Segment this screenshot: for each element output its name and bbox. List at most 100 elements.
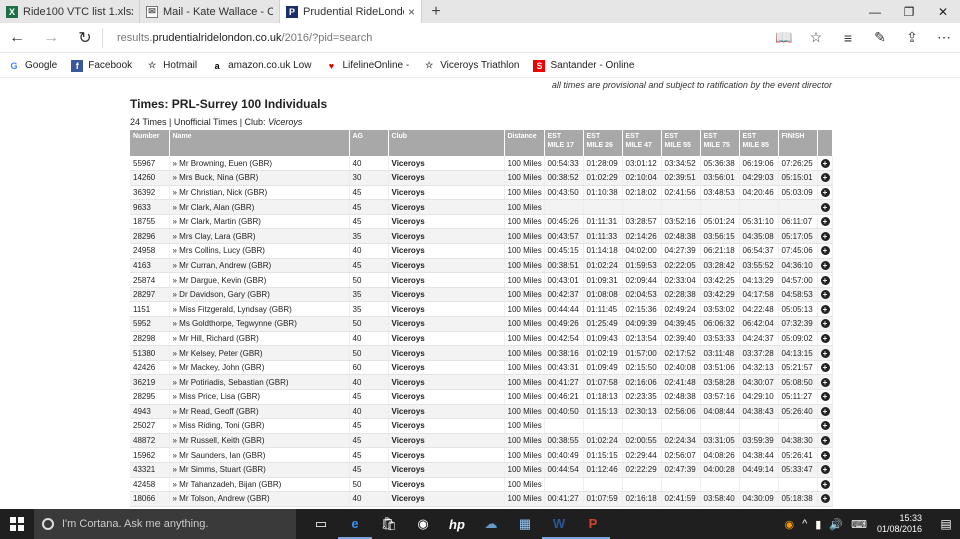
table-row: 55967» Mr Browning, Euen (GBR) 40 Viceroys… [130,156,833,172]
cell-name-link[interactable]: » Dr Davidson, Gary (GBR) [169,287,350,303]
cortana-search-box[interactable]: I'm Cortana. Ask me anything. [34,509,296,539]
cell-name-link[interactable]: » Mr Read, Geoff (GBR) [169,404,350,420]
cell-name-link[interactable]: » Mrs Collins, Lucy (GBR) [169,243,350,259]
cell-est-mile-55: 02:48:38 [661,389,701,405]
expand-row-button[interactable]: + [817,272,833,288]
expand-row-button[interactable]: + [817,418,833,434]
favorite-viceroys[interactable]: ☆ Viceroys Triathlon [423,60,519,72]
address-bar[interactable]: results. prudentialridelondon.co.uk/2016/… [102,27,702,48]
start-button[interactable] [0,517,34,531]
expand-row-button[interactable]: + [817,345,833,361]
tab-excel[interactable]: X Ride100 VTC list 1.xlsx - Mic [0,0,140,23]
web-note-icon[interactable]: ✎ [864,29,896,46]
favorite-facebook[interactable]: f Facebook [71,59,132,72]
cell-name-link[interactable]: » Mr Hill, Richard (GBR) [169,331,350,347]
cell-name-link[interactable]: » Mr Dargue, Kevin (GBR) [169,272,350,288]
cell-name-link[interactable]: » Mr Clark, Alan (GBR) [169,199,350,215]
forward-icon[interactable]: → [34,29,68,47]
keyboard-icon[interactable]: ⌨ [851,518,867,531]
expand-row-button[interactable]: + [817,477,833,493]
plus-circle-icon: + [820,290,830,300]
cell-name-link[interactable]: » Mr Potiriadis, Sebastian (GBR) [169,374,350,390]
clock[interactable]: 15:33 01/08/2016 [877,513,922,535]
cell-est-mile-17: 00:40:49 [544,447,584,463]
expand-row-button[interactable]: + [817,447,833,463]
favorite-star-icon[interactable]: ☆ [800,29,832,46]
task-view-icon[interactable]: ▭ [304,509,338,539]
back-icon[interactable]: ← [0,29,34,47]
tab-mail[interactable]: ✉ Mail - Kate Wallace - Outloc [140,0,280,23]
cell-name-link[interactable]: » Mr Simms, Stuart (GBR) [169,462,350,478]
wifi-status-icon[interactable]: ◉ [785,518,795,531]
store-icon[interactable]: 🛍 [372,509,406,539]
cell-est-mile-55: 02:40:08 [661,360,701,376]
cell-name-link[interactable]: » Miss Riding, Toni (GBR) [169,418,350,434]
expand-row-button[interactable]: + [817,374,833,390]
refresh-icon[interactable]: ↻ [68,28,102,48]
hp-icon[interactable]: hp [440,509,474,539]
minimize-icon[interactable]: — [858,0,892,23]
notifications-icon[interactable]: ▤ [936,517,956,531]
tab-prudential[interactable]: P Prudential RideLondon × [280,0,422,23]
close-icon[interactable]: × [408,5,415,19]
weather-icon[interactable]: ☁ [474,509,508,539]
cell-name-link[interactable]: » Mr Tolson, Andrew (GBR) [169,491,350,507]
favorite-google[interactable]: G Google [8,60,57,72]
cell-name-link[interactable]: » Miss Fitzgerald, Lyndsay (GBR) [169,301,350,318]
show-hidden-icons-icon[interactable]: ^ [802,518,807,530]
cell-name-link[interactable]: » Mr Russell, Keith (GBR) [169,433,350,449]
expand-row-button[interactable]: + [817,170,833,186]
network-icon[interactable]: ▮ [815,518,821,531]
cell-name-link[interactable]: » Mr Kelsey, Peter (GBR) [169,345,350,361]
expand-row-button[interactable]: + [817,156,833,172]
expand-row-button[interactable]: + [817,491,833,507]
more-icon[interactable]: ⋯ [928,29,960,46]
speaker-icon[interactable]: 🔊 [829,518,843,531]
expand-row-button[interactable]: + [817,243,833,259]
mail-icon: ✉ [146,5,158,18]
calendar-icon[interactable]: ▦ [508,509,542,539]
expand-row-button[interactable]: + [817,316,833,332]
cell-name-link[interactable]: » Mr Clark, Martin (GBR) [169,214,350,230]
powerpoint-icon[interactable]: P [576,509,610,539]
expand-row-button[interactable]: + [817,433,833,449]
cell-name-link[interactable]: » Mrs Clay, Lara (GBR) [169,228,350,245]
reading-view-icon[interactable]: 📖 [768,29,800,46]
expand-row-button[interactable]: + [817,360,833,376]
favorite-santander[interactable]: S Santander - Online [533,59,634,72]
close-window-icon[interactable]: ✕ [926,0,960,23]
cell-name-link[interactable]: » Mr Tahanzadeh, Bijan (GBR) [169,477,350,493]
edge-icon[interactable]: e [338,509,372,539]
expand-row-button[interactable]: + [817,185,833,201]
expand-row-button[interactable]: + [817,228,833,245]
expand-row-button[interactable]: + [817,462,833,478]
expand-row-button[interactable]: + [817,389,833,405]
cell-name-link[interactable]: » Mr Christian, Nick (GBR) [169,185,350,201]
favorite-lifeline[interactable]: ♥ LifelineOnline - [325,60,409,72]
cell-name-link[interactable]: » Mr Curran, Andrew (GBR) [169,258,350,274]
share-icon[interactable]: ⇪ [896,29,928,46]
favorite-hotmail[interactable]: ☆ Hotmail [146,60,197,72]
cell-name-link[interactable]: » Miss Price, Lisa (GBR) [169,389,350,405]
word-icon[interactable]: W [542,509,576,539]
camera-icon[interactable]: ◉ [406,509,440,539]
cell-name-link[interactable]: » Mr Saunders, Ian (GBR) [169,447,350,463]
new-tab-button[interactable]: + [422,0,450,23]
expand-row-button[interactable]: + [817,331,833,347]
cell-name-link[interactable]: » Mrs Buck, Nina (GBR) [169,170,350,186]
cell-est-mile-47: 02:22:29 [622,462,662,478]
cell-est-mile-17 [544,477,584,493]
expand-row-button[interactable]: + [817,287,833,303]
favorite-amazon[interactable]: a amazon.co.uk Low [211,60,312,72]
cell-name-link[interactable]: » Mr Mackey, John (GBR) [169,360,350,376]
expand-row-button[interactable]: + [817,199,833,215]
restore-icon[interactable]: ❐ [892,0,926,23]
cell-name-link[interactable]: » Ms Goldthorpe, Tegwynne (GBR) [169,316,350,332]
cell-name-link[interactable]: » Mr Browning, Euen (GBR) [169,156,350,172]
cell-est-mile-55 [661,477,701,493]
expand-row-button[interactable]: + [817,301,833,318]
expand-row-button[interactable]: + [817,214,833,230]
hub-icon[interactable]: ≡ [832,30,864,46]
expand-row-button[interactable]: + [817,404,833,420]
expand-row-button[interactable]: + [817,258,833,274]
